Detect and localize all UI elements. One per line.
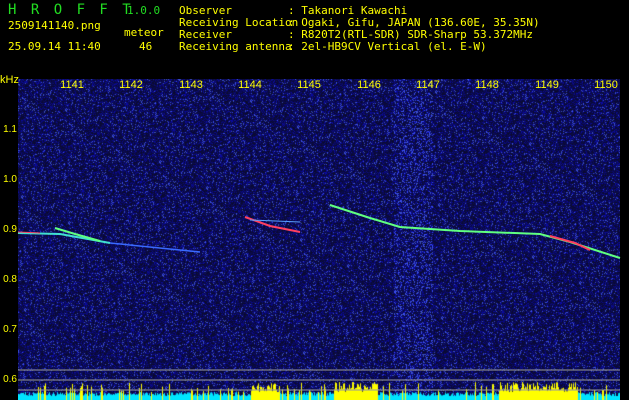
y-tick-label: 0.6 [3,374,17,385]
x-tick-label: 1143 [179,79,203,91]
x-tick-label: 1148 [475,79,499,91]
y-tick-label: 0.7 [3,324,17,335]
x-tick-label: 1146 [357,79,381,91]
meteor-trace [244,216,301,233]
meteor-trace [109,242,201,253]
meteor-trace [17,232,111,244]
x-tick-label: 1149 [535,79,559,91]
meteor-trace [329,204,621,259]
x-tick-label: 1145 [297,79,321,91]
x-tick-label: 1142 [119,79,143,91]
y-tick-label: 1.1 [3,124,17,135]
axis-unit: kHz [0,74,19,86]
x-tick-label: 1147 [416,79,440,91]
y-tick-label: 0.8 [3,274,17,285]
hrofft-window: H R O F F T 1.0.0 2509141140.png 25.09.1… [0,0,629,400]
x-tick-label: 1150 [594,79,618,91]
x-tick-label: 1144 [238,79,262,91]
y-tick-label: 0.9 [3,224,17,235]
y-tick-label: 1.0 [3,174,17,185]
meteor-traces [17,204,621,391]
x-tick-label: 1141 [60,79,84,91]
